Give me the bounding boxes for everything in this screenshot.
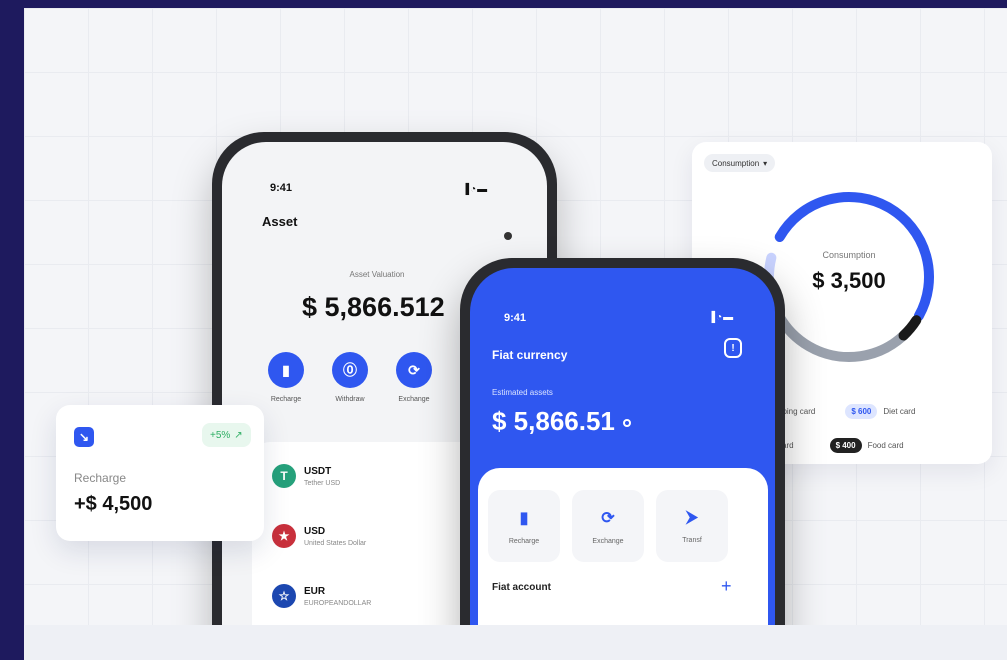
coin-code: USD bbox=[304, 525, 326, 537]
coin-icon: ⓪ bbox=[332, 352, 368, 388]
tether-icon: T bbox=[272, 464, 296, 488]
card-tag-row: pping card $ 600 Diet card bbox=[778, 404, 915, 419]
estimated-amount: $ 5,866.51 bbox=[492, 406, 631, 437]
recharge-button[interactable]: ▮ Recharge bbox=[488, 490, 560, 562]
action-label: Withdraw bbox=[335, 396, 365, 403]
action-label: Exchange bbox=[592, 537, 624, 545]
exchange-icon: ⟳ bbox=[396, 352, 432, 388]
status-time: 9:41 bbox=[504, 312, 527, 324]
action-label: Recharge bbox=[270, 396, 302, 403]
coin-name: EUROPEANDOLLAR bbox=[304, 599, 372, 607]
eye-icon[interactable] bbox=[622, 419, 631, 428]
list-item[interactable]: ☆ EUR EUROPEANDOLLAR bbox=[272, 584, 371, 608]
tag-label: Food card bbox=[867, 441, 904, 450]
coin-code: USDT bbox=[304, 465, 332, 477]
coin-name: Tether USD bbox=[304, 479, 341, 487]
card-tag-row: card $ 400 Food card bbox=[778, 438, 904, 453]
shield-icon[interactable]: ! bbox=[724, 338, 742, 358]
eu-flag-icon: ☆ bbox=[272, 584, 296, 608]
exchange-button[interactable]: ⟳ Exchange bbox=[394, 352, 434, 403]
settings-icon[interactable] bbox=[504, 232, 512, 240]
hero-canvas: 9:41 ▐◔▬ Asset Asset Valuation $ 5,866.5… bbox=[24, 8, 1007, 660]
estimated-label: Estimated assets bbox=[492, 388, 553, 397]
wallet-icon: ▮ bbox=[268, 352, 304, 388]
estimated-value: $ 5,866.51 bbox=[492, 406, 615, 436]
recharge-amount: +$ 4,500 bbox=[74, 493, 153, 515]
list-item[interactable]: ★ USD United States Dollar bbox=[272, 524, 366, 548]
status-icons: ▐◔▬ bbox=[462, 184, 489, 195]
arrow-down-right-icon: ↘ bbox=[74, 427, 94, 447]
wallet-icon: ▮ bbox=[519, 509, 529, 527]
consumption-dropdown[interactable]: Consumption ▾ bbox=[704, 154, 776, 172]
exchange-icon: ⟳ bbox=[601, 509, 615, 527]
add-icon[interactable]: + bbox=[721, 576, 732, 597]
exchange-button[interactable]: ⟳ Exchange bbox=[572, 490, 644, 562]
action-label: Recharge bbox=[508, 537, 540, 545]
page-title: Fiat currency bbox=[492, 348, 568, 362]
recharge-button[interactable]: ▮ Recharge bbox=[266, 352, 306, 403]
status-time: 9:41 bbox=[270, 182, 293, 194]
coin-code: EUR bbox=[304, 585, 326, 597]
transfer-icon: ⮞ bbox=[686, 508, 698, 526]
fiat-screen: 9:41 ▐◔▬ Fiat currency ! Estimated asset… bbox=[470, 268, 775, 660]
us-flag-icon: ★ bbox=[272, 524, 296, 548]
coin-name: United States Dollar bbox=[304, 539, 367, 547]
tag-label: Diet card bbox=[883, 407, 916, 416]
trend-up-icon: ↗ bbox=[234, 429, 243, 441]
valuation-amount: $ 5,866.512 bbox=[302, 292, 445, 322]
withdraw-button[interactable]: ⓪ Withdraw bbox=[330, 352, 370, 403]
bottom-band bbox=[24, 625, 1007, 660]
dropdown-label: Consumption bbox=[712, 158, 760, 168]
transfer-button[interactable]: ⮞ Transf bbox=[656, 490, 728, 562]
action-label: Transf bbox=[682, 536, 702, 544]
ring-amount: $ 3,500 bbox=[812, 268, 886, 293]
chevron-down-icon: ▾ bbox=[763, 158, 768, 168]
action-label: Exchange bbox=[398, 396, 430, 403]
page-title: Asset bbox=[262, 214, 298, 229]
recharge-card: ↘ +5% ↗ Recharge +$ 4,500 bbox=[56, 405, 264, 541]
tag-amount: $ 600 bbox=[845, 404, 878, 419]
tag-amount: $ 400 bbox=[829, 438, 862, 453]
section-title: Fiat account bbox=[492, 582, 551, 593]
list-item[interactable]: T USDT Tether USD bbox=[272, 464, 340, 488]
ring-label: Consumption bbox=[822, 250, 876, 260]
fiat-phone: 9:41 ▐◔▬ Fiat currency ! Estimated asset… bbox=[460, 258, 785, 660]
change-badge: +5% ↗ bbox=[202, 423, 251, 447]
status-icons: ▐◔▬ bbox=[708, 312, 735, 323]
recharge-label: Recharge bbox=[74, 471, 127, 485]
change-value: +5% bbox=[210, 429, 231, 441]
quick-actions: ▮ Recharge ⟳ Exchange ⮞ Transf bbox=[488, 490, 728, 562]
